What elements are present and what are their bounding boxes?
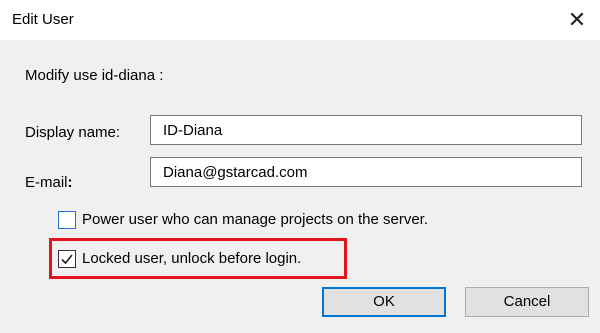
close-button[interactable]: ✕: [562, 6, 592, 34]
email-label-text: E-mail: [25, 174, 68, 191]
prompt-text: Modify use id-diana :: [25, 67, 164, 84]
email-label: E-mail:: [25, 174, 73, 192]
edit-user-dialog: Edit User ✕ Modify use id-diana : Displa…: [0, 0, 600, 333]
power-user-checkbox[interactable]: [58, 211, 76, 229]
cancel-button[interactable]: Cancel: [465, 287, 589, 317]
email-label-colon: :: [67, 174, 73, 191]
display-name-label: Display name:: [25, 124, 121, 141]
power-user-label: Power user who can manage projects on th…: [82, 211, 429, 228]
title-bar: Edit User ✕: [0, 0, 600, 40]
close-icon: ✕: [567, 7, 587, 32]
email-input[interactable]: [150, 157, 582, 187]
power-user-option[interactable]: Power user who can manage projects on th…: [58, 209, 428, 231]
display-name-input[interactable]: [150, 115, 582, 145]
ok-button[interactable]: OK: [322, 287, 446, 317]
window-title: Edit User: [12, 11, 74, 28]
highlight-annotation: [49, 238, 347, 279]
